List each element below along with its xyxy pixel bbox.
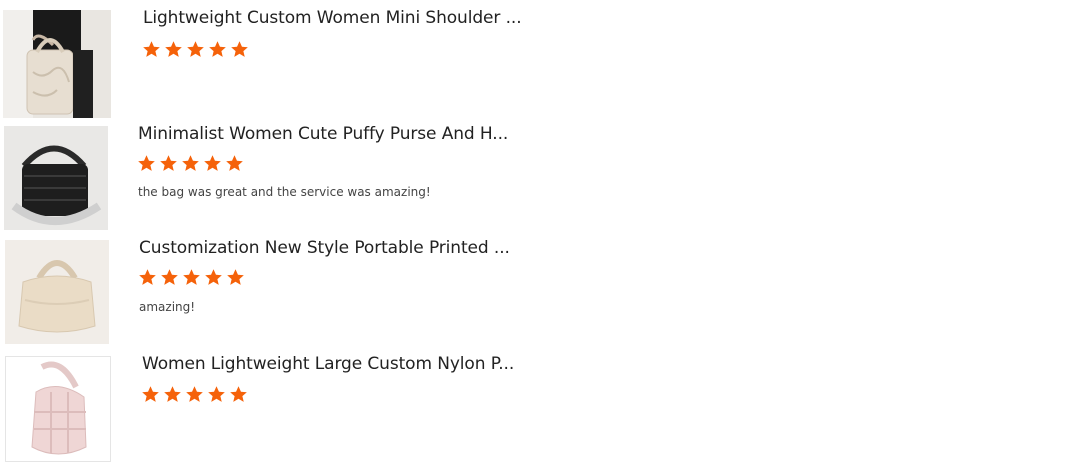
star-icon bbox=[186, 386, 203, 402]
review-comment: amazing! bbox=[139, 300, 196, 314]
product-title[interactable]: Women Lightweight Large Custom Nylon P..… bbox=[142, 354, 514, 374]
star-icon bbox=[143, 41, 160, 57]
pink-quilted-shoulder-bag-photo bbox=[6, 357, 110, 461]
cream-quilted-mini-tote-photo bbox=[3, 10, 111, 118]
star-icon bbox=[231, 41, 248, 57]
star-icon bbox=[138, 155, 155, 171]
star-rating bbox=[142, 40, 249, 59]
star-icon bbox=[164, 386, 181, 402]
star-icon bbox=[165, 41, 182, 57]
star-icon bbox=[182, 155, 199, 171]
black-puffy-tote-photo bbox=[4, 126, 108, 230]
star-icon bbox=[226, 155, 243, 171]
star-icon bbox=[139, 269, 156, 285]
star-rating bbox=[138, 268, 245, 287]
product-title[interactable]: Customization New Style Portable Printed… bbox=[139, 238, 510, 258]
star-rating bbox=[141, 385, 248, 404]
star-icon bbox=[142, 386, 159, 402]
review-item: Customization New Style Portable Printed… bbox=[0, 232, 700, 344]
review-item: Lightweight Custom Women Mini Shoulder .… bbox=[0, 0, 700, 120]
star-icon bbox=[230, 386, 247, 402]
star-icon bbox=[209, 41, 226, 57]
star-icon bbox=[183, 269, 200, 285]
review-comment: the bag was great and the service was am… bbox=[138, 185, 431, 199]
product-image[interactable] bbox=[3, 10, 111, 118]
product-image[interactable] bbox=[5, 240, 109, 344]
product-image[interactable] bbox=[4, 126, 108, 230]
review-item: Minimalist Women Cute Puffy Purse And H.… bbox=[0, 120, 700, 232]
star-icon bbox=[227, 269, 244, 285]
product-image[interactable] bbox=[5, 356, 111, 462]
star-icon bbox=[208, 386, 225, 402]
star-rating bbox=[137, 154, 244, 173]
product-title[interactable]: Lightweight Custom Women Mini Shoulder .… bbox=[143, 8, 522, 28]
beige-puffer-tote-photo bbox=[5, 240, 109, 344]
star-icon bbox=[205, 269, 222, 285]
star-icon bbox=[160, 155, 177, 171]
star-icon bbox=[187, 41, 204, 57]
review-item: Women Lightweight Large Custom Nylon P..… bbox=[0, 344, 700, 464]
star-icon bbox=[161, 269, 178, 285]
star-icon bbox=[204, 155, 221, 171]
product-title[interactable]: Minimalist Women Cute Puffy Purse And H.… bbox=[138, 124, 508, 144]
